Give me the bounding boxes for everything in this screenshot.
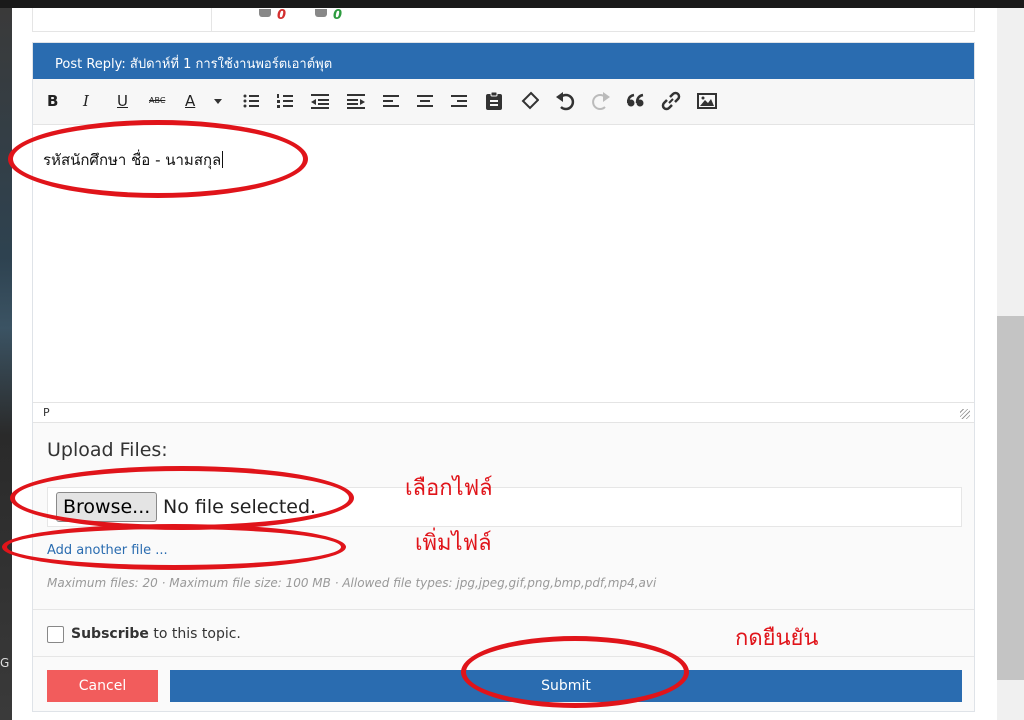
reply-header: Post Reply: สัปดาห์ที่ 1 การใช้งานพอร์ตเ… bbox=[33, 43, 974, 79]
editor-toolbar: B I U ABC A bbox=[33, 79, 974, 125]
align-left-icon[interactable] bbox=[383, 91, 399, 111]
thumb-down-icon bbox=[259, 9, 271, 17]
font-color-dropdown-icon[interactable] bbox=[213, 91, 223, 111]
forum-page: 0 0 Post Reply: สัปดาห์ที่ 1 การใช้งานพอ… bbox=[2, 8, 997, 720]
eraser-icon[interactable] bbox=[521, 91, 539, 111]
underline-button[interactable]: U bbox=[117, 91, 128, 111]
vote-up-button[interactable]: 0 bbox=[315, 8, 342, 23]
vote-down-count: 0 bbox=[277, 8, 287, 23]
annotation-choose-file: เลือกไฟล์ bbox=[405, 476, 493, 501]
numbered-list-icon[interactable] bbox=[277, 91, 293, 111]
previous-post-footer: 0 0 bbox=[32, 8, 975, 32]
annotation-ellipse-browse bbox=[10, 466, 354, 530]
outdent-icon[interactable] bbox=[311, 91, 329, 111]
edge-letter: G bbox=[0, 656, 10, 670]
resize-grip-icon[interactable] bbox=[960, 409, 970, 419]
editor-statusbar: P bbox=[33, 403, 974, 423]
bold-button[interactable]: B bbox=[47, 91, 58, 111]
element-path[interactable]: P bbox=[43, 406, 50, 419]
paste-icon[interactable] bbox=[485, 91, 503, 111]
background-window-edge: G bbox=[0, 8, 12, 720]
redo-icon[interactable] bbox=[591, 91, 611, 111]
strikethrough-button[interactable]: ABC bbox=[149, 91, 165, 111]
upload-limits-text: Maximum files: 20 · Maximum file size: 1… bbox=[47, 576, 657, 590]
vote-down-button[interactable]: 0 bbox=[259, 8, 286, 23]
subscribe-rest: to this topic. bbox=[153, 626, 241, 642]
cancel-button[interactable]: Cancel bbox=[47, 670, 158, 702]
subscribe-bold: Subscribe bbox=[71, 626, 149, 642]
reply-title: Post Reply: สัปดาห์ที่ 1 การใช้งานพอร์ตเ… bbox=[55, 57, 333, 72]
font-color-button[interactable]: A bbox=[185, 91, 195, 111]
blockquote-icon[interactable] bbox=[627, 91, 645, 111]
annotation-ellipse-submit bbox=[461, 636, 689, 708]
post-divider bbox=[211, 8, 212, 32]
scrollbar-thumb[interactable] bbox=[997, 316, 1024, 680]
subscribe-label[interactable]: Subscribe to this topic. bbox=[71, 626, 241, 642]
align-center-icon[interactable] bbox=[417, 91, 433, 111]
annotation-ellipse-add-file bbox=[2, 524, 346, 570]
annotation-add-file: เพิ่มไฟล์ bbox=[415, 531, 492, 556]
upload-files-title: Upload Files: bbox=[47, 439, 168, 461]
image-icon[interactable] bbox=[697, 91, 717, 111]
subscribe-checkbox[interactable] bbox=[47, 626, 64, 643]
undo-icon[interactable] bbox=[555, 91, 575, 111]
window-top-bar bbox=[0, 0, 1024, 8]
link-icon[interactable] bbox=[661, 91, 681, 111]
annotation-confirm: กดยืนยัน bbox=[735, 626, 819, 651]
thumb-up-icon bbox=[315, 9, 327, 17]
bullet-list-icon[interactable] bbox=[243, 91, 259, 111]
italic-button[interactable]: I bbox=[83, 91, 89, 111]
vote-up-count: 0 bbox=[333, 8, 343, 23]
indent-icon[interactable] bbox=[347, 91, 365, 111]
align-right-icon[interactable] bbox=[451, 91, 467, 111]
page-scrollbar[interactable] bbox=[997, 8, 1024, 720]
annotation-ellipse-editor bbox=[8, 120, 308, 198]
